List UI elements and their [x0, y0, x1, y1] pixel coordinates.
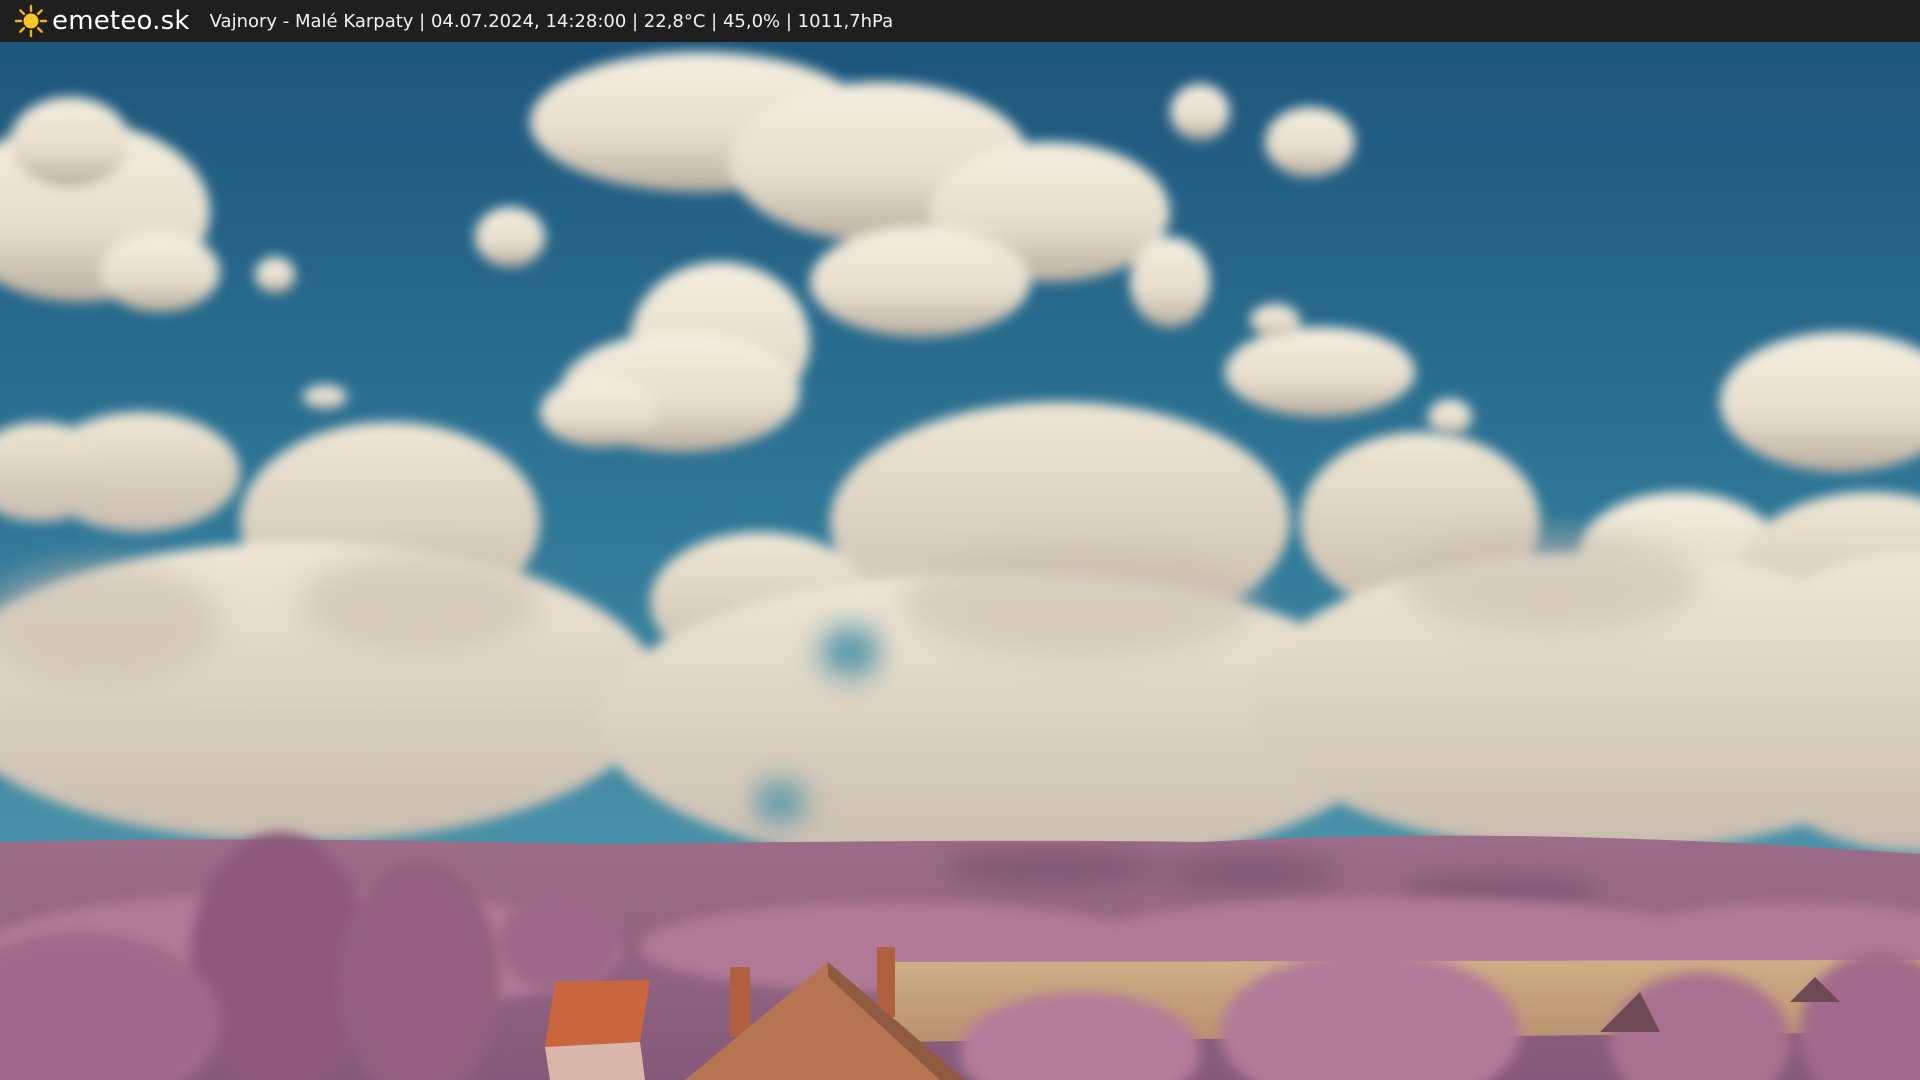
house-roof-left [545, 980, 650, 1080]
sun-icon [14, 4, 48, 38]
brand-name: emeteo.sk [52, 6, 190, 36]
webcam-image [0, 42, 1920, 1080]
webcam-scene [0, 42, 1920, 1080]
weather-caption: Vajnory - Malé Karpaty | 04.07.2024, 14:… [209, 10, 894, 32]
emeteo-logo[interactable]: emeteo.sk [14, 4, 190, 38]
webcam-header-bar: emeteo.sk Vajnory - Malé Karpaty | 04.07… [0, 0, 1920, 42]
